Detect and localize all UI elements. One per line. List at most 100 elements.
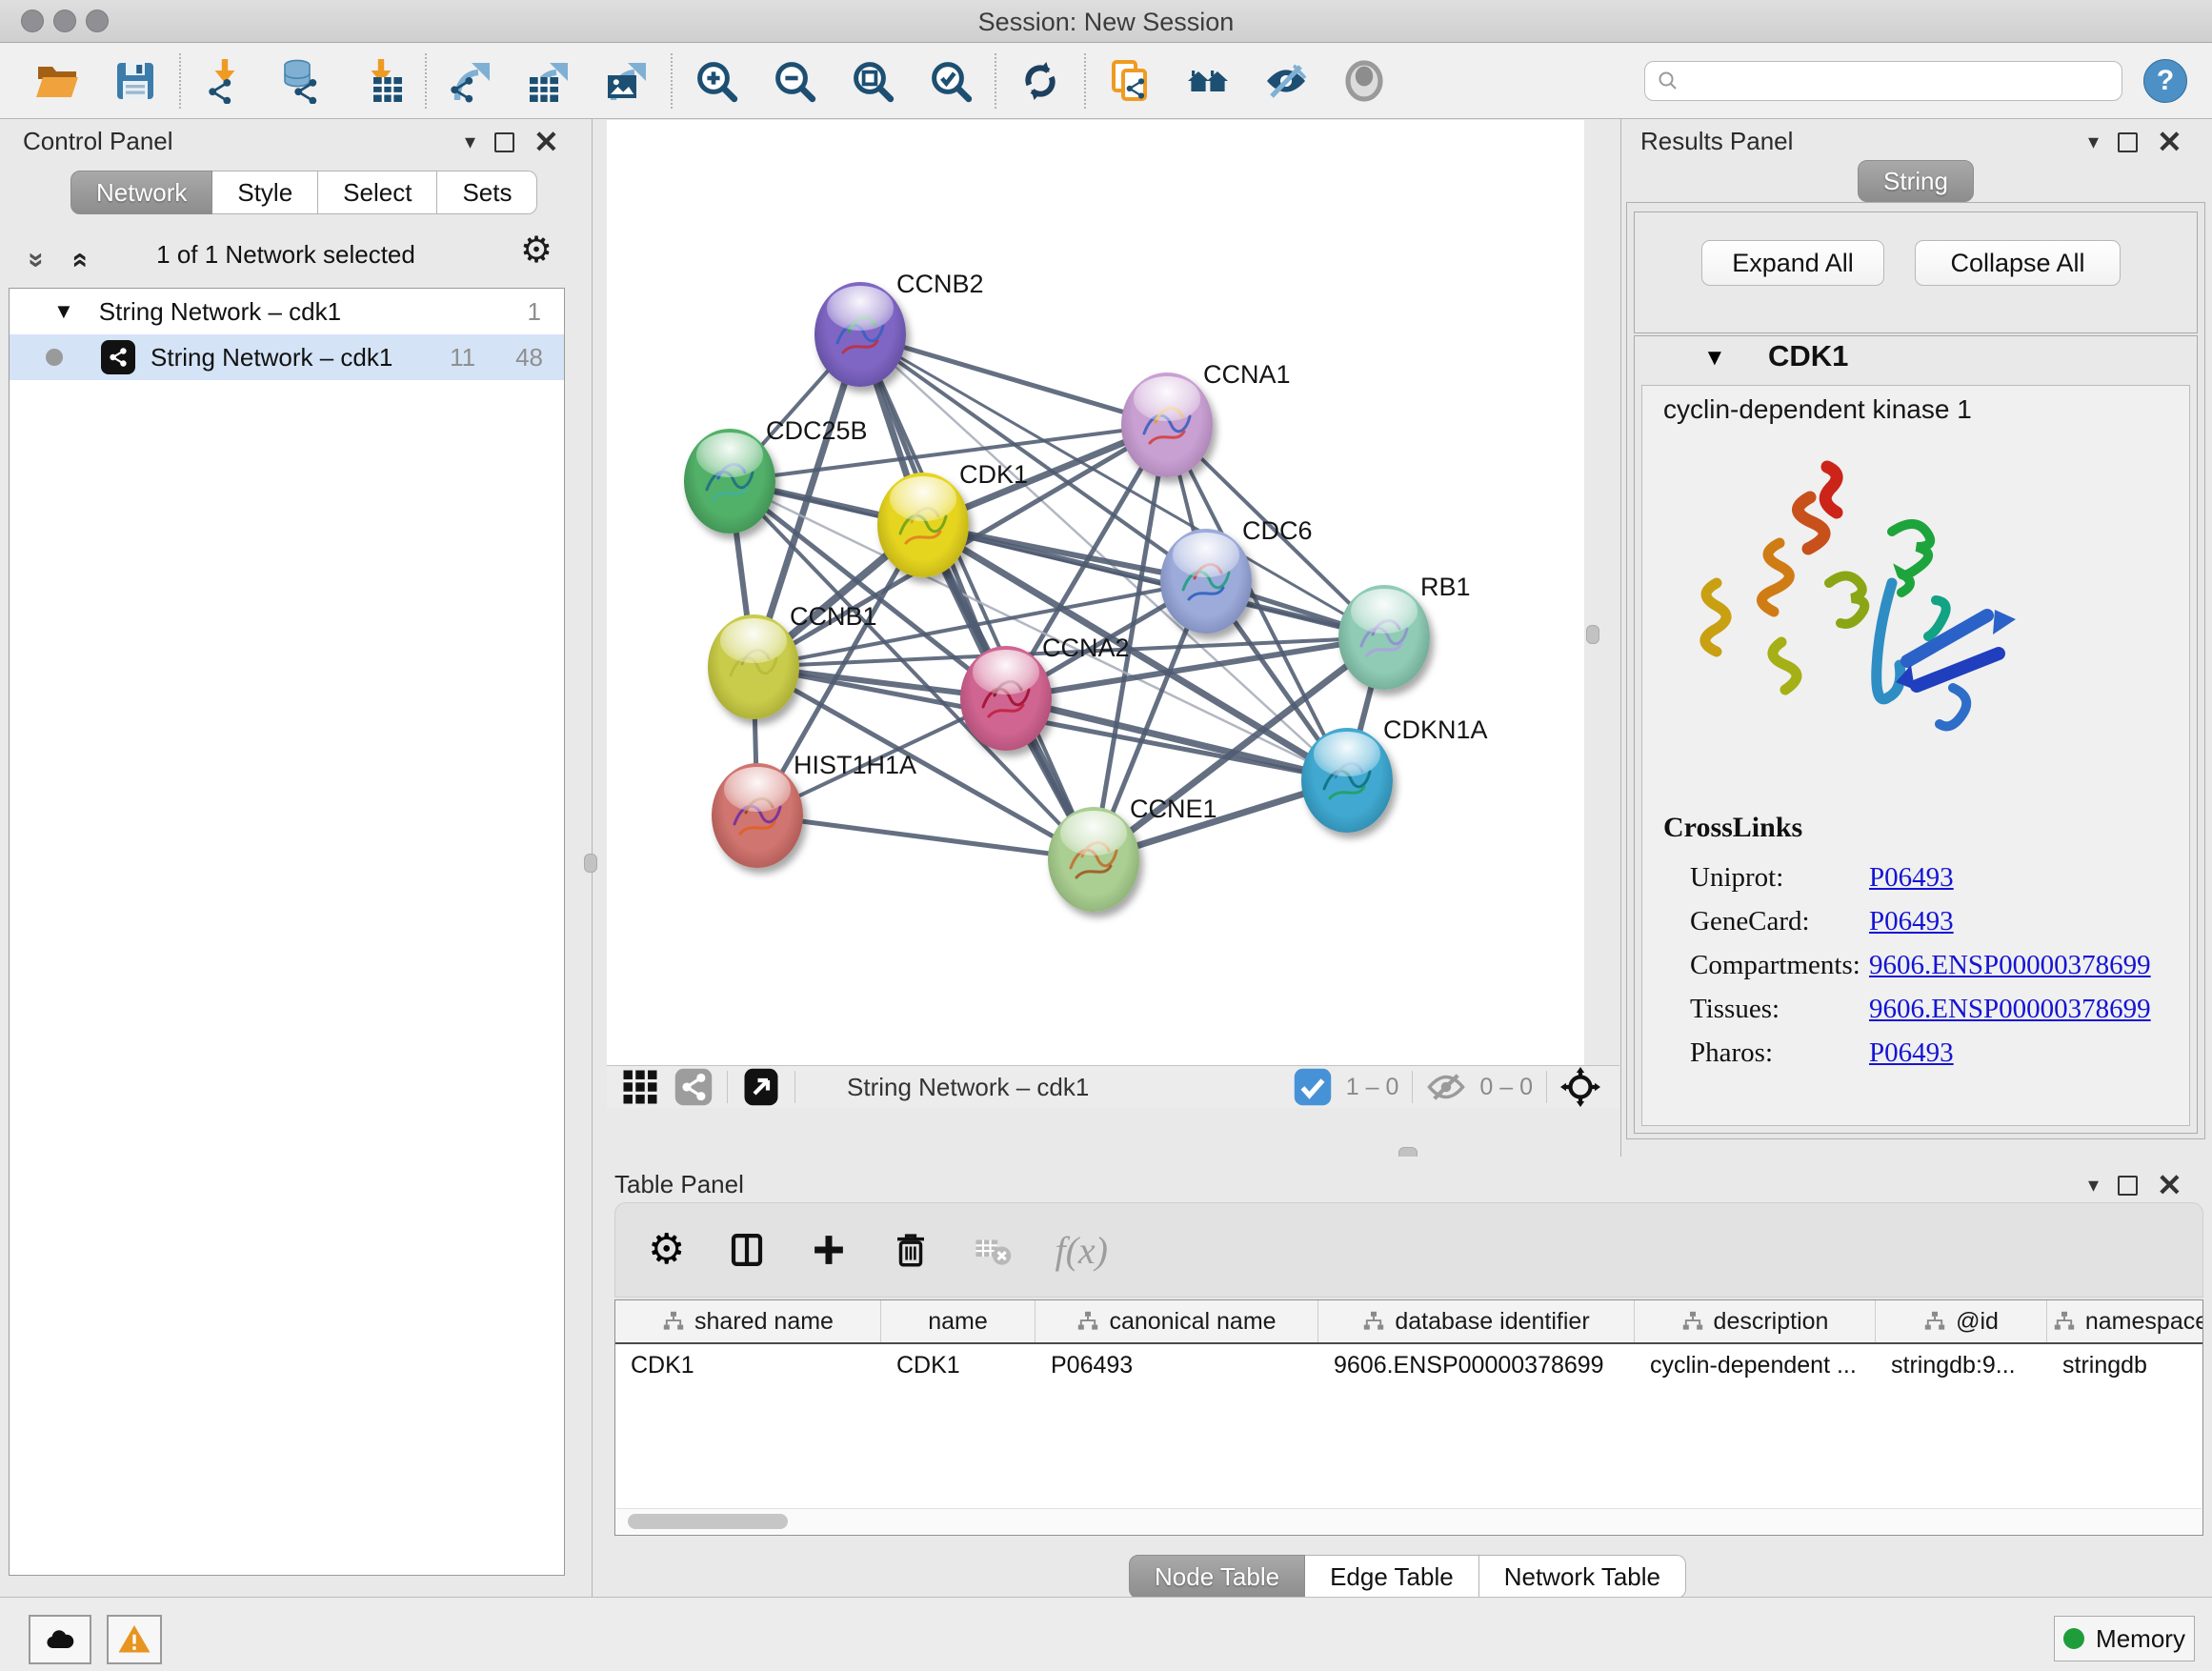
import-network-icon[interactable] (200, 56, 250, 106)
folder-open-icon[interactable] (32, 56, 82, 106)
table-header-row: shared namenamecanonical namedatabase id… (615, 1300, 2202, 1344)
import-database-icon[interactable] (278, 56, 328, 106)
crosslink-link[interactable]: 9606.ENSP00000378699 (1869, 950, 2151, 981)
node-cdkn1a[interactable] (1301, 728, 1393, 833)
network-view-canvas[interactable]: CCNB2CCNA1CDC25BCDK1CDC6RB1CCNB1CCNA2CDK… (607, 120, 1584, 1065)
node-label-rb1: RB1 (1420, 573, 1471, 602)
hidden-eye-icon[interactable] (1426, 1067, 1466, 1107)
memory-button[interactable]: Memory (2054, 1616, 2195, 1661)
delete-column-trash-icon[interactable] (891, 1230, 931, 1270)
left-splitter-handle[interactable] (584, 854, 597, 873)
crosslink-row: Tissues: 9606.ENSP00000378699 (1690, 987, 2185, 1031)
network-thumbnail-icon[interactable] (674, 1067, 714, 1107)
panel-collapse-icon[interactable]: ▾ (2088, 1173, 2099, 1198)
zoom-in-icon[interactable] (692, 56, 741, 106)
panel-float-icon[interactable] (2118, 1176, 2138, 1196)
crosslink-link[interactable]: P06493 (1869, 1037, 1954, 1069)
node-label-ccne1: CCNE1 (1130, 795, 1217, 824)
hide-graphics-icon[interactable] (1261, 56, 1311, 106)
control-panel-tabs: NetworkStyleSelectSets (70, 171, 537, 214)
save-icon[interactable] (111, 56, 160, 106)
export-network-icon[interactable] (446, 56, 495, 106)
export-table-icon[interactable] (524, 56, 573, 106)
table-cell: CDK1 (615, 1344, 881, 1386)
column-header-shared-name[interactable]: shared name (615, 1300, 881, 1342)
node-ccnb2[interactable] (814, 282, 906, 387)
detach-view-icon[interactable] (741, 1067, 781, 1107)
edge[interactable] (860, 334, 1094, 859)
collapse-all-button[interactable]: Collapse All (1915, 240, 2121, 286)
node-hist1h1a[interactable] (712, 763, 803, 868)
node-label-hist1h1a: HIST1H1A (794, 751, 916, 780)
table-settings-gear-icon[interactable]: ⚙ (648, 1229, 685, 1271)
panel-float-icon[interactable] (2118, 132, 2138, 152)
node-ccnb1[interactable] (708, 614, 799, 719)
crosslink-link[interactable]: 9606.ENSP00000378699 (1869, 994, 2151, 1025)
import-table-icon[interactable] (356, 56, 406, 106)
node-ccna2[interactable] (960, 646, 1052, 751)
panel-close-icon[interactable]: ✕ (533, 132, 559, 151)
crosslink-link[interactable]: P06493 (1869, 862, 1954, 894)
tab-style[interactable]: Style (212, 171, 318, 214)
grid-view-icon[interactable] (620, 1067, 660, 1107)
panel-float-icon[interactable] (494, 132, 514, 152)
refresh-icon[interactable] (1016, 56, 1065, 106)
network-collection-row[interactable]: ▼ String Network – cdk1 1 (10, 289, 564, 334)
scrollbar-thumb[interactable] (628, 1514, 788, 1529)
cloud-status-button[interactable] (29, 1615, 91, 1664)
table-toolbar: ⚙ f(x) (614, 1202, 2203, 1298)
search-input[interactable] (1687, 66, 2110, 95)
tab-sets[interactable]: Sets (437, 171, 537, 214)
column-header--id[interactable]: @id (1876, 1300, 2047, 1342)
crosslink-link[interactable]: P06493 (1869, 906, 1954, 937)
clone-network-icon[interactable] (1105, 56, 1155, 106)
table-horizontal-scrollbar[interactable] (616, 1508, 2202, 1534)
tab-edge-table[interactable]: Edge Table (1305, 1555, 1479, 1599)
network-options-gear-icon[interactable]: ⚙ (520, 232, 553, 269)
zoom-out-icon[interactable] (770, 56, 819, 106)
node-rb1[interactable] (1338, 585, 1430, 690)
column-header-description[interactable]: description (1635, 1300, 1876, 1342)
network-row[interactable]: String Network – cdk1 11 48 (10, 334, 564, 380)
panel-close-icon[interactable]: ✕ (2157, 1176, 2182, 1195)
expand-all-button[interactable]: Expand All (1701, 240, 1884, 286)
zoom-selected-icon[interactable] (926, 56, 975, 106)
search-field[interactable] (1644, 61, 2122, 101)
column-header-name[interactable]: name (881, 1300, 1036, 1342)
node-ccna1[interactable] (1121, 372, 1213, 477)
panel-collapse-icon[interactable]: ▾ (2088, 130, 2099, 154)
show-columns-icon[interactable] (727, 1230, 767, 1270)
birdseye-icon[interactable] (1339, 56, 1389, 106)
gene-collapse-icon[interactable]: ▼ (1703, 345, 1726, 372)
tab-network[interactable]: Network (70, 171, 212, 214)
help-icon[interactable]: ? (2143, 59, 2187, 103)
node-cdc25b[interactable] (684, 429, 775, 534)
node-cdk1[interactable] (877, 473, 969, 577)
table-row[interactable]: CDK1CDK1P064939606.ENSP00000378699cyclin… (615, 1344, 2202, 1386)
gene-name-header[interactable]: CDK1 (1768, 339, 1848, 373)
node-ccne1[interactable] (1048, 807, 1139, 912)
selected-checkbox-icon[interactable] (1293, 1067, 1333, 1107)
panel-close-icon[interactable]: ✕ (2157, 132, 2182, 151)
birdseye-navigator-icon[interactable] (1560, 1067, 1600, 1107)
tab-network-table[interactable]: Network Table (1479, 1555, 1686, 1599)
column-header-canonical-name[interactable]: canonical name (1036, 1300, 1318, 1342)
right-splitter-handle[interactable] (1586, 625, 1599, 644)
crosslinks-heading: CrossLinks (1663, 812, 1802, 844)
home-icon[interactable] (1183, 56, 1233, 106)
application-window: Session: New Session ? Control Panel ▾ ✕… (0, 0, 2212, 1671)
column-header-database-identifier[interactable]: database identifier (1318, 1300, 1635, 1342)
zoom-fit-icon[interactable] (848, 56, 897, 106)
tab-select[interactable]: Select (318, 171, 437, 214)
node-cdc6[interactable] (1160, 529, 1252, 634)
add-column-icon[interactable] (809, 1230, 849, 1270)
edge[interactable] (757, 815, 1094, 859)
warning-status-button[interactable] (107, 1615, 162, 1664)
column-header-namespace[interactable]: namespace (2047, 1300, 2203, 1342)
collection-expand-icon[interactable]: ▼ (53, 299, 74, 324)
tab-string[interactable]: String (1858, 160, 1974, 202)
node-label-cdk1: CDK1 (959, 460, 1028, 490)
tab-node-table[interactable]: Node Table (1129, 1555, 1305, 1599)
export-image-icon[interactable] (602, 56, 652, 106)
panel-collapse-icon[interactable]: ▾ (465, 130, 475, 154)
